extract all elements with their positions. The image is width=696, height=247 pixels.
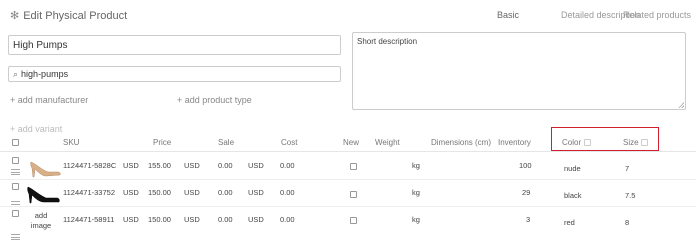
drag-handle-icon[interactable]: [11, 234, 20, 240]
resize-handle-icon[interactable]: [678, 102, 684, 108]
currency-label: USD: [248, 188, 264, 197]
row-checkbox[interactable]: [12, 183, 19, 190]
weight-unit: kg: [412, 188, 420, 197]
currency-label: USD: [184, 215, 200, 224]
inventory-cell[interactable]: 3: [526, 215, 530, 224]
page-title-text: Edit Physical Product: [23, 9, 128, 22]
price-cell[interactable]: 150.00: [148, 188, 171, 197]
currency-label: USD: [248, 161, 264, 170]
weight-unit: kg: [412, 161, 420, 170]
cost-cell[interactable]: 0.00: [280, 215, 295, 224]
column-dimensions: Dimensions (cm): [431, 138, 492, 147]
slug-input[interactable]: ⌕ high-pumps: [8, 66, 341, 82]
nude-pump-image: [30, 161, 61, 178]
sale-cell[interactable]: 0.00: [218, 215, 233, 224]
short-description-placeholder: Short description: [357, 37, 418, 46]
sale-cell[interactable]: 0.00: [218, 188, 233, 197]
new-checkbox[interactable]: [350, 191, 357, 198]
sku-cell: 1124471-33752: [63, 188, 115, 197]
tag-icon: ⌕: [13, 68, 19, 79]
column-sale: Sale: [218, 138, 235, 147]
product-name-input[interactable]: High Pumps: [8, 35, 341, 55]
row-divider: [0, 179, 696, 180]
price-cell[interactable]: 155.00: [148, 161, 171, 170]
color-cell[interactable]: black: [564, 191, 582, 200]
gear-icon: ✻: [10, 10, 20, 22]
cost-cell[interactable]: 0.00: [280, 188, 295, 197]
sku-cell: 1124471-58911: [63, 215, 115, 224]
select-all-checkbox[interactable]: [12, 139, 19, 146]
drag-handle-icon[interactable]: [11, 169, 20, 175]
size-cell[interactable]: 7: [625, 164, 629, 173]
slug-value: high-pumps: [21, 69, 69, 79]
inventory-cell[interactable]: 100: [519, 161, 532, 170]
header-divider: [0, 151, 696, 152]
row-checkbox[interactable]: [12, 210, 19, 217]
add-image-link[interactable]: add image: [28, 211, 54, 231]
add-product-type-link[interactable]: + add product type: [177, 95, 252, 105]
inventory-cell[interactable]: 29: [522, 188, 530, 197]
size-cell[interactable]: 7.5: [625, 191, 635, 200]
column-weight: Weight: [375, 138, 400, 147]
currency-label: USD: [123, 188, 139, 197]
page-title: ✻ Edit Physical Product: [10, 9, 128, 23]
currency-label: USD: [123, 215, 139, 224]
column-cost: Cost: [281, 138, 298, 147]
column-new: New: [343, 138, 360, 147]
column-sku: SKU: [63, 138, 80, 147]
new-checkbox[interactable]: [350, 217, 357, 224]
sale-cell[interactable]: 0.00: [218, 161, 233, 170]
sku-cell: 1124471-5828C: [63, 161, 117, 170]
row-checkbox[interactable]: [12, 157, 19, 164]
currency-label: USD: [248, 215, 264, 224]
tab-related-products[interactable]: Related products: [623, 10, 691, 20]
short-description-field[interactable]: Short description: [352, 32, 686, 110]
add-variant-link[interactable]: + add variant: [10, 124, 62, 134]
price-cell[interactable]: 150.00: [148, 215, 171, 224]
column-inventory: Inventory: [498, 138, 531, 147]
tab-basic[interactable]: Basic: [497, 10, 519, 20]
column-price: Price: [153, 138, 172, 147]
currency-label: USD: [184, 161, 200, 170]
currency-label: USD: [184, 188, 200, 197]
highlight-box: [551, 127, 659, 151]
currency-label: USD: [123, 161, 139, 170]
add-manufacturer-link[interactable]: + add manufacturer: [10, 95, 88, 105]
size-cell[interactable]: 8: [625, 218, 629, 227]
color-cell[interactable]: nude: [564, 164, 581, 173]
new-checkbox[interactable]: [350, 163, 357, 170]
black-pump-image: [27, 186, 60, 204]
weight-unit: kg: [412, 215, 420, 224]
product-image-black[interactable]: [26, 182, 60, 209]
color-cell[interactable]: red: [564, 218, 575, 227]
cost-cell[interactable]: 0.00: [280, 161, 295, 170]
row-divider: [0, 206, 696, 207]
